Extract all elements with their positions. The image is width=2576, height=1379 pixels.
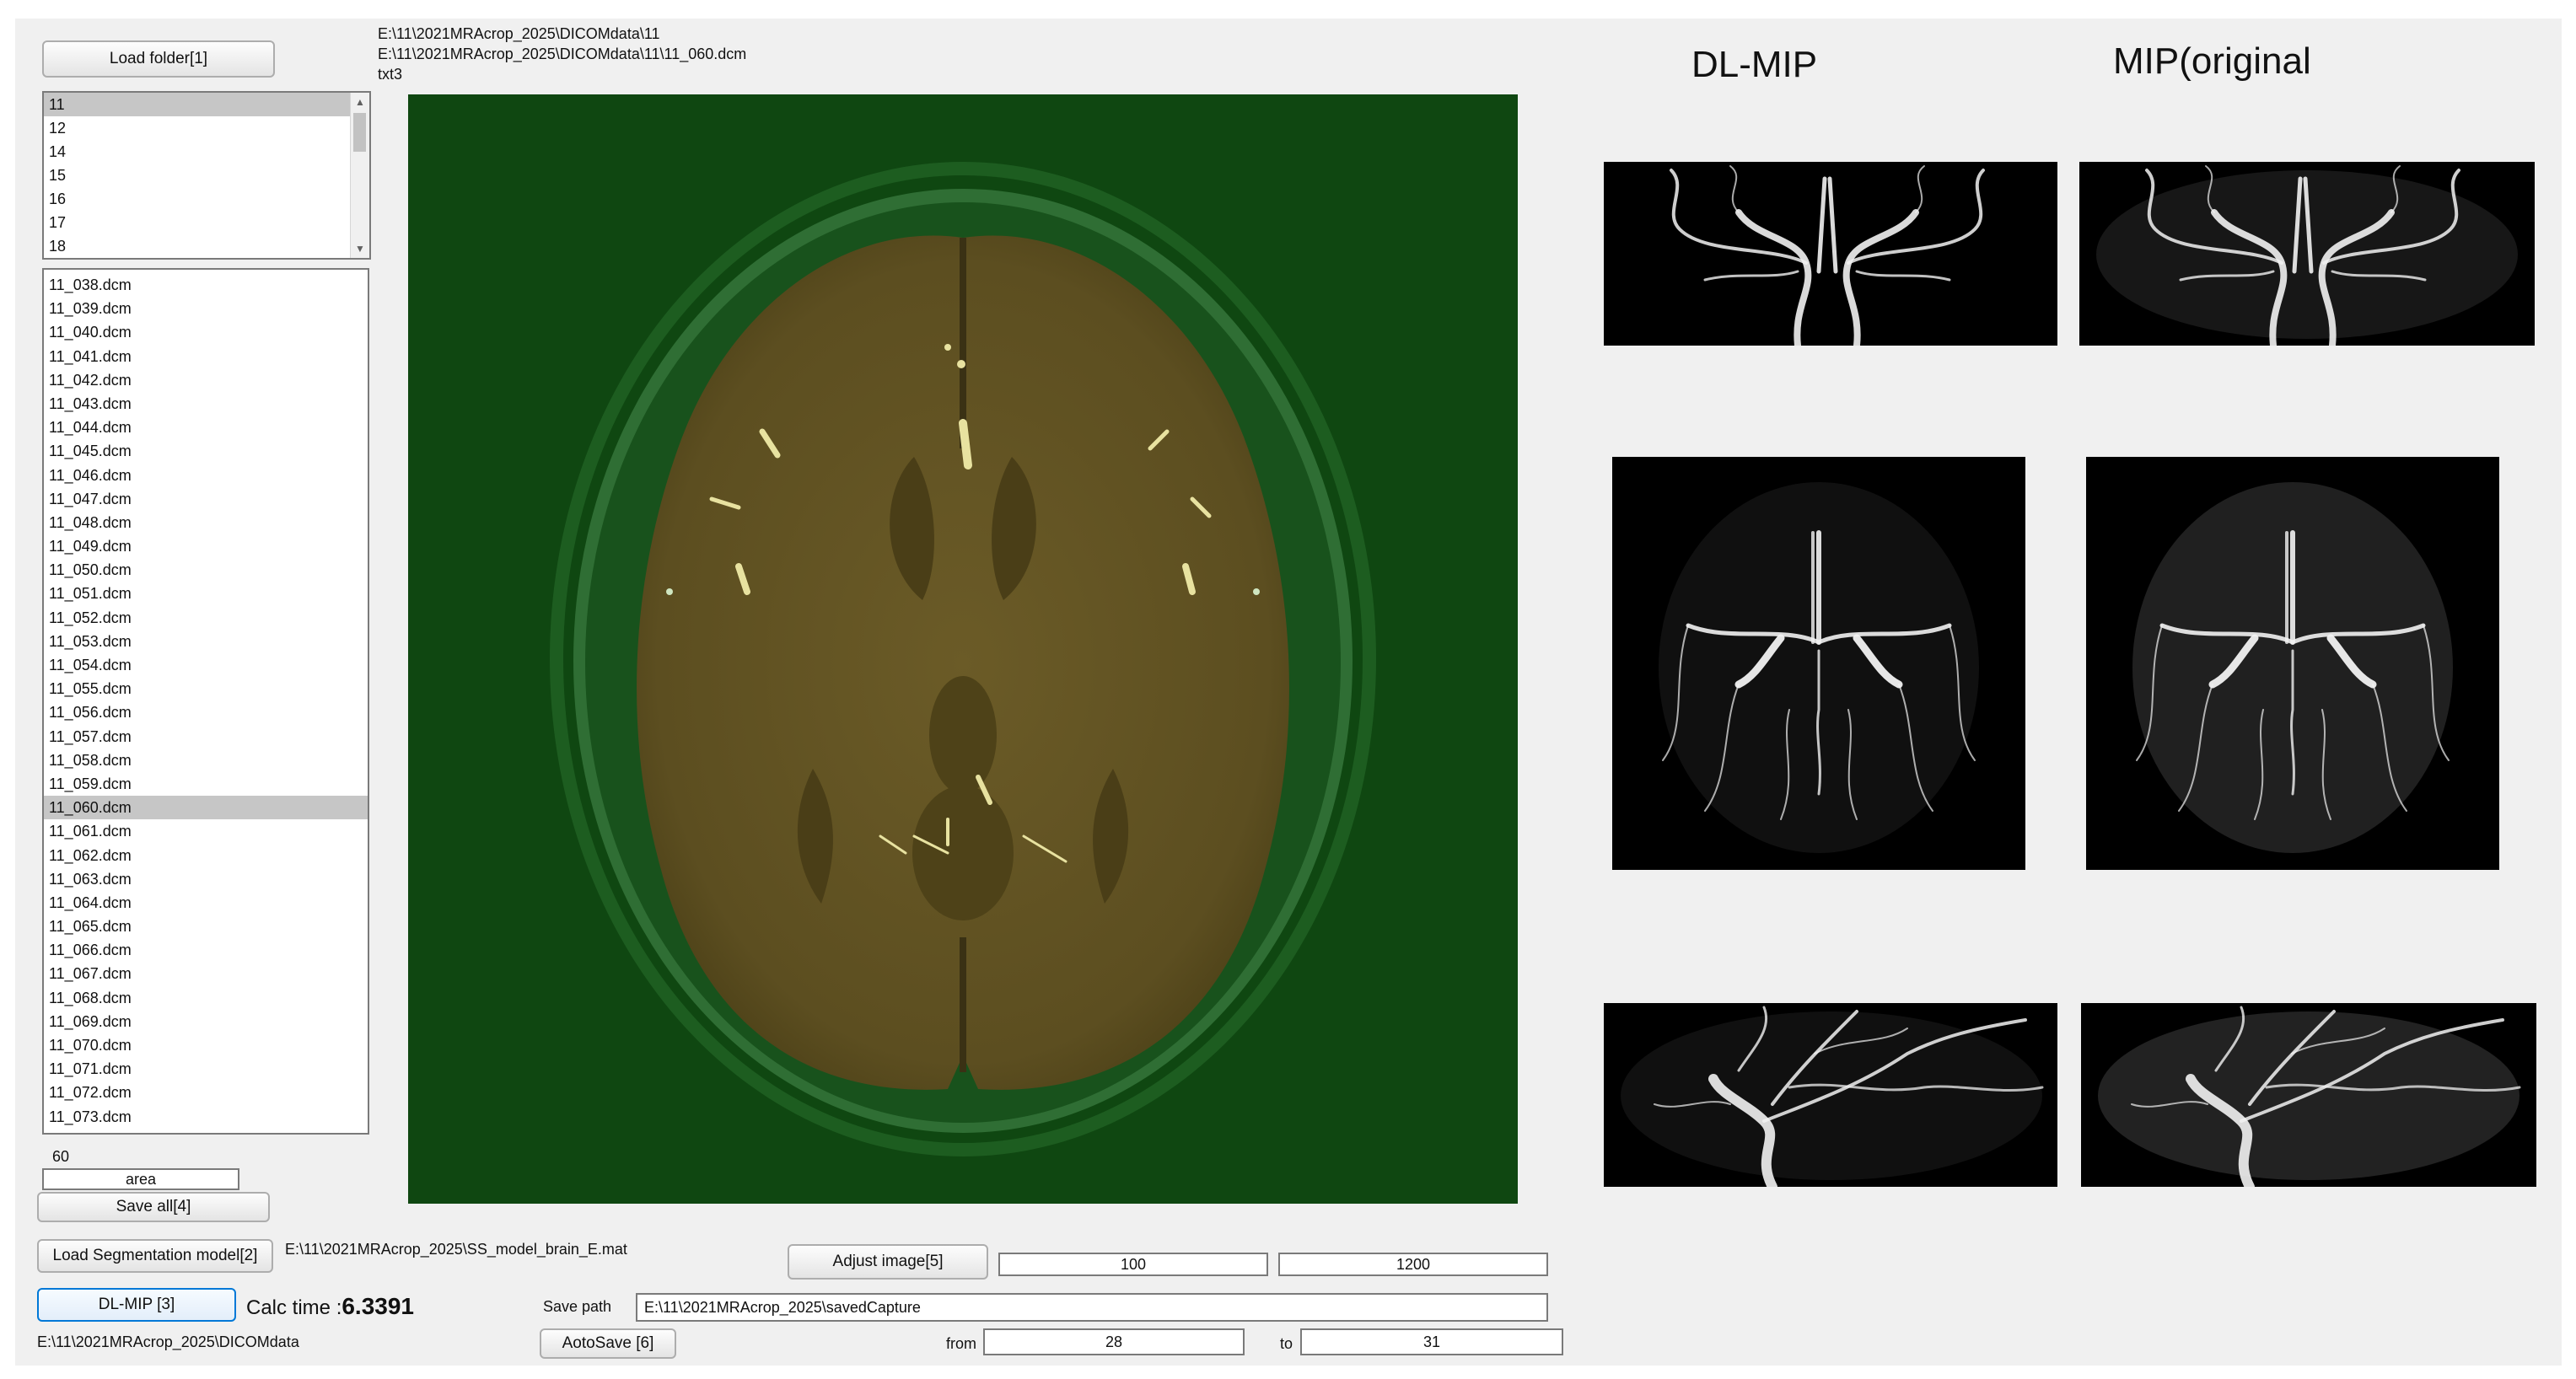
file-list-item[interactable]: 11_060.dcm [44,796,368,820]
load-segmentation-model-button[interactable]: Load Segmentation model[2] [37,1239,273,1273]
file-list-item[interactable]: 11_070.dcm [44,1033,368,1057]
file-path-label: E:\11\2021MRAcrop_2025\DICOMdata\11\11_0… [378,46,747,62]
file-list-item[interactable]: 11_071.dcm [44,1057,368,1081]
file-list-item[interactable]: 11_072.dcm [44,1081,368,1104]
file-list-item[interactable]: 11_039.dcm [44,297,368,320]
file-list-item[interactable]: 11_042.dcm [44,368,368,392]
file-list-item[interactable]: 11_057.dcm [44,725,368,749]
mip-original-coronal-image [2079,162,2535,346]
file-list-item[interactable]: 11_049.dcm [44,534,368,558]
file-list-item[interactable]: 11_050.dcm [44,558,368,582]
dl-mip-button[interactable]: DL-MIP [3] [37,1288,236,1322]
scroll-up-icon[interactable]: ▲ [351,93,369,111]
folder-path-label: E:\11\2021MRAcrop_2025\DICOMdata\11 [378,25,660,42]
folder-list-rows: 11 12 14 15 16 17 18 [44,93,369,258]
file-list-item[interactable]: 11_047.dcm [44,487,368,511]
load-folder-button[interactable]: Load folder[1] [42,40,275,78]
mip-original-heading: MIP(original [2113,40,2311,82]
calc-time-caption: Calc time : [246,1296,342,1319]
file-list-item[interactable]: 11_046.dcm [44,464,368,487]
dl-mip-axial-image [1612,457,2025,870]
file-list-item[interactable]: 11_043.dcm [44,392,368,416]
calc-time-value: 6.3391 [341,1293,414,1319]
folder-list-item[interactable]: 18 [44,234,351,258]
dl-mip-sagittal-image [1604,1003,2057,1187]
file-list-item[interactable]: 11_066.dcm [44,938,368,962]
folder-listbox[interactable]: 11 12 14 15 16 17 18 ▲ ▼ [42,91,371,260]
area-field[interactable]: area [42,1168,239,1190]
mip-original-axial-image [2086,457,2499,870]
file-list-item[interactable]: 11_040.dcm [44,320,368,344]
file-list-item[interactable]: 11_062.dcm [44,844,368,867]
mip-original-sagittal-image [2081,1003,2536,1187]
file-list-rows: 11_038.dcm 11_039.dcm 11_040.dcm 11_041.dcm… [44,270,368,1129]
save-path-input[interactable]: E:\11\2021MRAcrop_2025\savedCapture [636,1293,1548,1322]
file-list-item[interactable]: 11_045.dcm [44,439,368,463]
file-list-item[interactable]: 11_067.dcm [44,962,368,985]
file-list-item[interactable]: 11_064.dcm [44,891,368,915]
from-label: from [946,1335,976,1352]
file-list-item[interactable]: 11_044.dcm [44,416,368,439]
to-label: to [1280,1335,1293,1352]
window-max-field[interactable]: 1200 [1278,1253,1548,1276]
axial-slice-image [408,94,1518,1204]
file-list-item[interactable]: 11_069.dcm [44,1010,368,1033]
app-window: E:\11\2021MRAcrop_2025\DICOMdata\11 E:\1… [15,19,2562,1366]
calc-time-label: Calc time :6.3391 [246,1293,414,1322]
file-list-item[interactable]: 11_038.dcm [44,273,368,297]
file-list-item[interactable]: 11_053.dcm [44,630,368,653]
file-list-item[interactable]: 11_056.dcm [44,700,368,724]
dl-mip-heading: DL-MIP [1691,44,1818,85]
tag-label: txt3 [378,66,403,83]
scroll-thumb[interactable] [353,113,366,152]
folder-list-item[interactable]: 14 [44,140,351,164]
axial-slice-viewer[interactable] [408,94,1518,1204]
window-min-field[interactable]: 100 [998,1253,1268,1276]
slice-number-label: 60 [52,1148,70,1165]
folder-list-item[interactable]: 11 [44,93,351,116]
folder-list-item[interactable]: 12 [44,116,351,140]
file-list-item[interactable]: 11_061.dcm [44,819,368,843]
data-root-label: E:\11\2021MRAcrop_2025\DICOMdata [37,1333,299,1350]
file-list-item[interactable]: 11_051.dcm [44,582,368,605]
file-list-item[interactable]: 11_048.dcm [44,511,368,534]
folder-list-item[interactable]: 15 [44,164,351,187]
save-all-button[interactable]: Save all[4] [37,1192,270,1222]
file-list-item[interactable]: 11_041.dcm [44,345,368,368]
file-list-item[interactable]: 11_058.dcm [44,749,368,772]
save-path-label: Save path [543,1298,612,1315]
file-list-item[interactable]: 11_065.dcm [44,915,368,938]
autosave-button[interactable]: AotoSave [6] [540,1328,676,1359]
range-from-field[interactable]: 28 [983,1328,1245,1355]
range-to-field[interactable]: 31 [1300,1328,1563,1355]
adjust-image-button[interactable]: Adjust image[5] [788,1244,988,1280]
dl-mip-coronal-image [1604,162,2057,346]
folder-list-item[interactable]: 16 [44,187,351,211]
folder-list-item[interactable]: 17 [44,211,351,234]
file-list-item[interactable]: 11_052.dcm [44,606,368,630]
scroll-down-icon[interactable]: ▼ [351,239,369,258]
file-list-item[interactable]: 11_063.dcm [44,867,368,891]
model-path-label: E:\11\2021MRAcrop_2025\SS_model_brain_E.… [285,1241,627,1258]
file-list-item[interactable]: 11_054.dcm [44,653,368,677]
file-listbox[interactable]: 11_038.dcm 11_039.dcm 11_040.dcm 11_041.dcm… [42,268,369,1135]
file-list-item[interactable]: 11_059.dcm [44,772,368,796]
file-list-item[interactable]: 11_073.dcm [44,1105,368,1129]
file-list-item[interactable]: 11_055.dcm [44,677,368,700]
folder-list-scrollbar[interactable]: ▲ ▼ [350,93,369,258]
file-list-item[interactable]: 11_068.dcm [44,986,368,1010]
